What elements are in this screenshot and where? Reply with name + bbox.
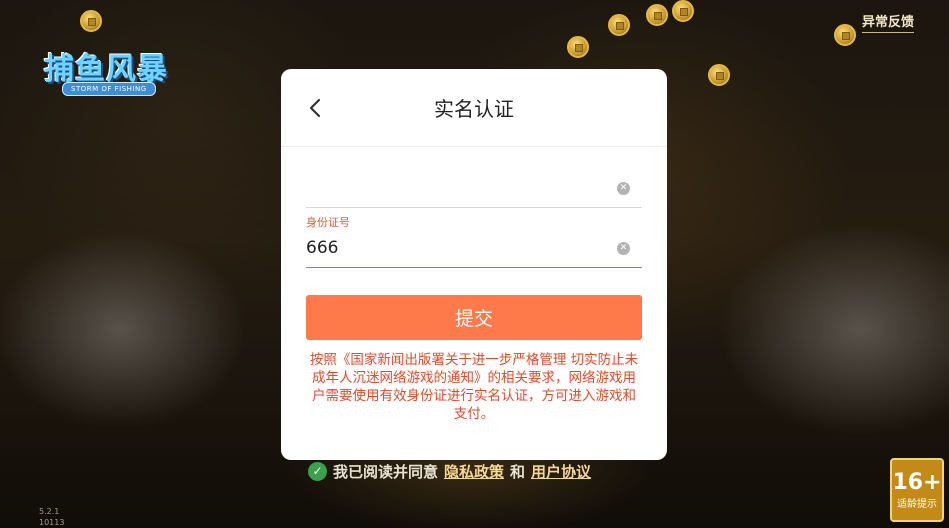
checkmark-icon[interactable]: ✓	[308, 461, 327, 481]
logo-subtitle: STORM OF FISHING	[62, 82, 156, 96]
coin-icon	[567, 36, 589, 58]
realname-auth-dialog: 实名认证 ✕ 身份证号 ✕ 提交 按照《国家新闻出版署关于进一步严格管理 切实防…	[281, 69, 667, 460]
coin-icon	[708, 64, 730, 86]
age-rating-badge[interactable]: 16+ 适龄提示	[890, 458, 944, 522]
regulation-notice: 按照《国家新闻出版署关于进一步严格管理 切实防止未成年人沉迷网络游戏的通知》的相…	[309, 352, 639, 422]
coin-icon	[646, 4, 668, 26]
agreement-and: 和	[510, 462, 526, 481]
clear-icon[interactable]: ✕	[617, 242, 630, 255]
age-rating-number: 16+	[892, 470, 942, 495]
build-number: 10113	[39, 518, 65, 527]
footer-text-line	[0, 490, 949, 500]
id-number-input[interactable]	[306, 238, 606, 258]
coin-icon	[608, 14, 630, 36]
coin-icon	[672, 0, 694, 22]
dialog-header: 实名认证	[281, 69, 667, 147]
coin-icon	[834, 24, 856, 46]
age-rating-label: 适龄提示	[897, 499, 937, 510]
clear-icon[interactable]: ✕	[617, 182, 630, 195]
footer-text-line	[0, 518, 949, 528]
submit-button[interactable]: 提交	[306, 295, 642, 340]
privacy-policy-link[interactable]: 隐私政策	[444, 461, 504, 482]
footer-text-line	[0, 505, 949, 515]
game-logo: 捕鱼风暴 STORM OF FISHING	[36, 42, 186, 104]
name-field: ✕	[306, 172, 642, 208]
id-number-field: 身份证号 ✕	[306, 214, 642, 268]
chevron-left-icon	[309, 98, 321, 118]
agreement-row: ✓ 我已阅读并同意 隐私政策 和 用户协议	[308, 460, 591, 482]
feedback-link[interactable]: 异常反馈	[862, 11, 915, 33]
version-number: 5.2.1	[39, 507, 60, 516]
dialog-title: 实名认证	[434, 97, 514, 121]
coin-icon	[80, 10, 102, 32]
id-number-label: 身份证号	[306, 216, 350, 229]
back-button[interactable]	[305, 95, 325, 121]
version-info: 5.2.1 10113	[39, 506, 64, 528]
user-agreement-link[interactable]: 用户协议	[531, 461, 591, 482]
agreement-prefix: 我已阅读并同意	[333, 462, 439, 481]
name-input[interactable]	[306, 178, 606, 198]
